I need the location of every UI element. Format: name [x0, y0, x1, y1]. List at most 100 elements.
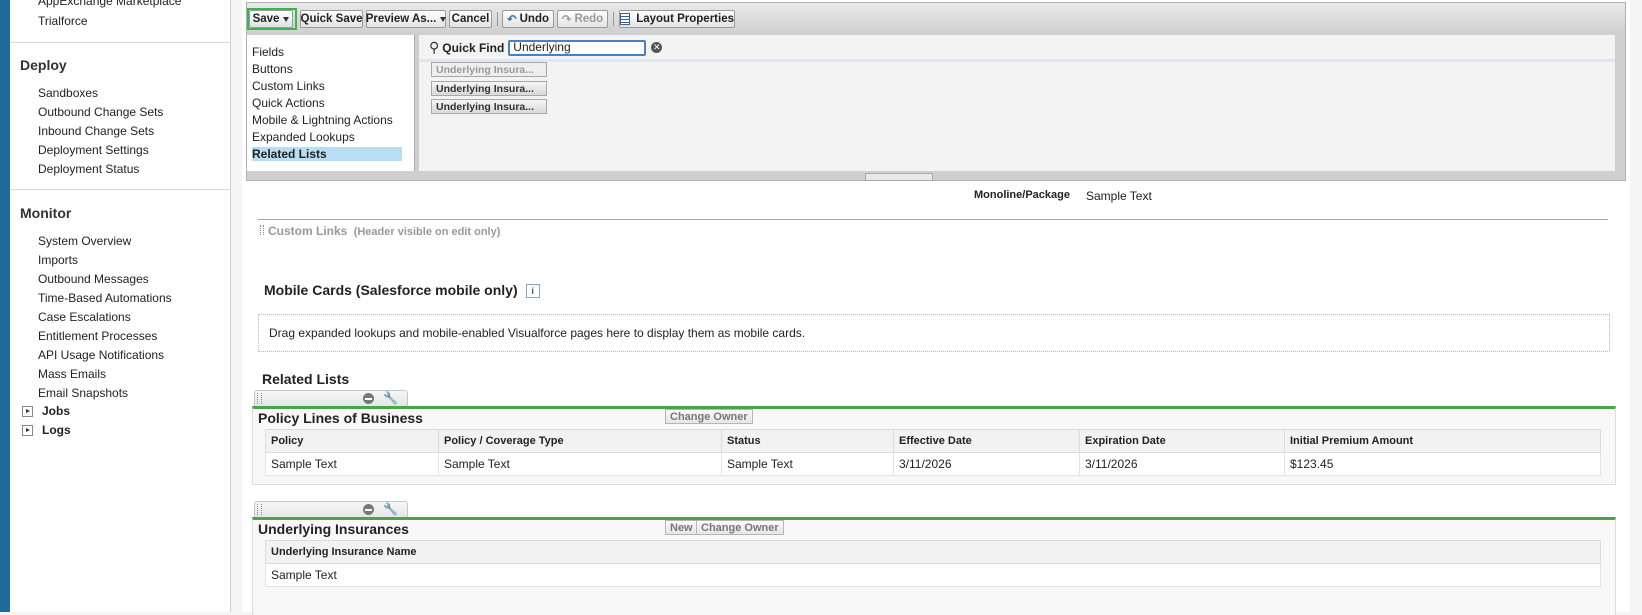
palette-category-buttons[interactable]: Buttons — [252, 62, 293, 76]
wrench-icon[interactable]: 🔧 — [383, 391, 398, 405]
table-header-row: Underlying Insurance Name — [265, 540, 1601, 564]
custom-links-title: Custom Links — [268, 224, 348, 238]
magnifier-icon: ⚲ — [429, 39, 440, 55]
properties-icon — [620, 13, 631, 25]
custom-links-section[interactable]: Custom Links (Header visible on edit onl… — [260, 224, 500, 238]
change-owner-button[interactable]: Change Owner — [696, 520, 784, 535]
expand-icon[interactable] — [22, 405, 33, 417]
table-cell: Sample Text — [265, 563, 1601, 587]
sidebar-item-logs[interactable]: Logs — [22, 423, 71, 437]
sidebar-item-outbound-messages[interactable]: Outbound Messages — [38, 272, 149, 286]
redo-label: Redo — [574, 13, 604, 25]
field-label-monoline: Monoline/Package — [974, 189, 1070, 201]
chevron-down-icon — [440, 16, 447, 22]
drag-handle-icon[interactable] — [257, 504, 262, 515]
sidebar-item-entitlement-processes[interactable]: Entitlement Processes — [38, 329, 157, 343]
preview-as-button[interactable]: Preview As... — [365, 10, 447, 28]
sidebar-divider — [10, 42, 230, 43]
column-header: Effective Date — [893, 429, 1080, 453]
sidebar-item-email-snapshots[interactable]: Email Snapshots — [38, 386, 128, 400]
sidebar-item-appexchange[interactable]: AppExchange Marketplace — [38, 0, 181, 8]
palette-resize-handle[interactable] — [865, 173, 933, 181]
sidebar-item-mass-emails[interactable]: Mass Emails — [38, 367, 106, 381]
left-edge-bar — [0, 0, 10, 612]
palette-category-custom-links[interactable]: Custom Links — [252, 79, 325, 93]
section-divider — [258, 219, 1608, 220]
palette-category-expanded-lookups[interactable]: Expanded Lookups — [252, 130, 355, 144]
palette-item[interactable]: Underlying Insura... — [431, 81, 547, 96]
clear-search-icon[interactable]: ✕ — [651, 42, 663, 53]
wrench-icon[interactable]: 🔧 — [383, 502, 398, 516]
palette-item[interactable]: Underlying Insura... — [431, 99, 547, 114]
related-lists-heading: Related Lists — [262, 371, 350, 387]
palette-category-list: Fields Buttons Custom Links Quick Action… — [247, 35, 415, 171]
field-value-monoline: Sample Text — [1086, 189, 1152, 203]
table-row: Sample Text — [265, 563, 1601, 587]
table-header-row: Policy Policy / Coverage Type Status Eff… — [265, 429, 1601, 453]
new-button[interactable]: New — [665, 520, 698, 535]
redo-icon: ↷ — [561, 14, 572, 26]
sidebar-item-trialforce[interactable]: Trialforce — [38, 14, 88, 28]
sidebar-item-case-escalations[interactable]: Case Escalations — [38, 310, 131, 324]
sidebar-item-time-based-automations[interactable]: Time-Based Automations — [38, 291, 172, 305]
undo-label: Undo — [519, 13, 550, 25]
sidebar-item-sandboxes[interactable]: Sandboxes — [38, 86, 98, 100]
quick-find-input[interactable]: Underlying — [508, 39, 647, 56]
sidebar-heading-deploy: Deploy — [20, 57, 67, 73]
table-cell: Sample Text — [265, 452, 439, 476]
setup-sidebar: AppExchange Marketplace Trialforce Deplo… — [10, 0, 231, 612]
change-owner-button[interactable]: Change Owner — [665, 409, 753, 424]
mobile-cards-heading: Mobile Cards (Salesforce mobile only) i — [264, 282, 540, 298]
remove-icon[interactable] — [363, 504, 374, 515]
chevron-down-icon[interactable] — [283, 16, 290, 22]
table-cell: $123.45 — [1284, 452, 1601, 476]
undo-button[interactable]: ↶ Undo — [502, 10, 554, 28]
sidebar-item-deployment-status[interactable]: Deployment Status — [38, 162, 139, 176]
cancel-button[interactable]: Cancel — [449, 10, 492, 28]
save-button[interactable]: Save — [249, 10, 293, 28]
sidebar-item-jobs[interactable]: Jobs — [22, 404, 70, 418]
palette-category-fields[interactable]: Fields — [252, 45, 284, 59]
sidebar-divider — [10, 189, 230, 190]
sidebar-item-deployment-settings[interactable]: Deployment Settings — [38, 143, 149, 157]
mobile-cards-title: Mobile Cards (Salesforce mobile only) — [264, 282, 518, 298]
palette-category-related-lists[interactable]: Related Lists — [252, 147, 402, 161]
layout-properties-button[interactable]: Layout Properties — [619, 10, 735, 28]
layout-editor-palette: Save Quick Save Preview As... Cancel ↶ Un… — [246, 2, 1626, 181]
mobile-cards-hint: Drag expanded lookups and mobile-enabled… — [269, 326, 806, 340]
sidebar-item-inbound-change-sets[interactable]: Inbound Change Sets — [38, 124, 154, 138]
column-header: Status — [721, 429, 894, 453]
column-header: Policy / Coverage Type — [438, 429, 722, 453]
related-list-policy-lines[interactable]: Policy Lines of Business Change Owner Po… — [252, 406, 1616, 485]
save-label: Save — [252, 13, 280, 25]
sidebar-item-imports[interactable]: Imports — [38, 253, 78, 267]
column-header: Policy — [265, 429, 439, 453]
undo-icon: ↶ — [506, 14, 517, 26]
table-row: Sample Text Sample Text Sample Text 3/11… — [265, 452, 1601, 476]
expand-icon[interactable] — [22, 424, 33, 436]
column-header: Initial Premium Amount — [1284, 429, 1601, 453]
palette-category-quick-actions[interactable]: Quick Actions — [252, 96, 325, 110]
custom-links-note: (Header visible on edit only) — [353, 226, 501, 238]
info-icon[interactable]: i — [525, 284, 540, 298]
drag-handle-icon[interactable] — [257, 393, 262, 404]
quick-find-underline — [419, 59, 1615, 62]
quick-find-label: Quick Find — [442, 40, 505, 55]
redo-button[interactable]: ↷ Redo — [557, 10, 608, 28]
sidebar-item-label: Jobs — [42, 404, 71, 418]
sidebar-item-system-overview[interactable]: System Overview — [38, 234, 131, 248]
related-list-underlying-insurances[interactable]: Underlying Insurances New Change Owner U… — [252, 517, 1616, 615]
palette-item-used: Underlying Insura... — [431, 62, 547, 77]
remove-icon[interactable] — [363, 393, 374, 404]
drag-handle-icon[interactable] — [260, 225, 264, 235]
column-header: Expiration Date — [1079, 429, 1285, 453]
sidebar-item-outbound-change-sets[interactable]: Outbound Change Sets — [38, 105, 163, 119]
palette-category-mobile-lightning-actions[interactable]: Mobile & Lightning Actions — [252, 113, 393, 127]
table-cell: Sample Text — [438, 452, 722, 476]
related-list-title: Policy Lines of Business — [258, 410, 423, 426]
preview-as-label: Preview As... — [365, 13, 437, 25]
sidebar-item-api-usage-notifications[interactable]: API Usage Notifications — [38, 348, 164, 362]
quick-save-button[interactable]: Quick Save — [300, 10, 363, 28]
toolbar-separator — [613, 12, 614, 26]
sidebar-heading-monitor: Monitor — [20, 205, 72, 221]
